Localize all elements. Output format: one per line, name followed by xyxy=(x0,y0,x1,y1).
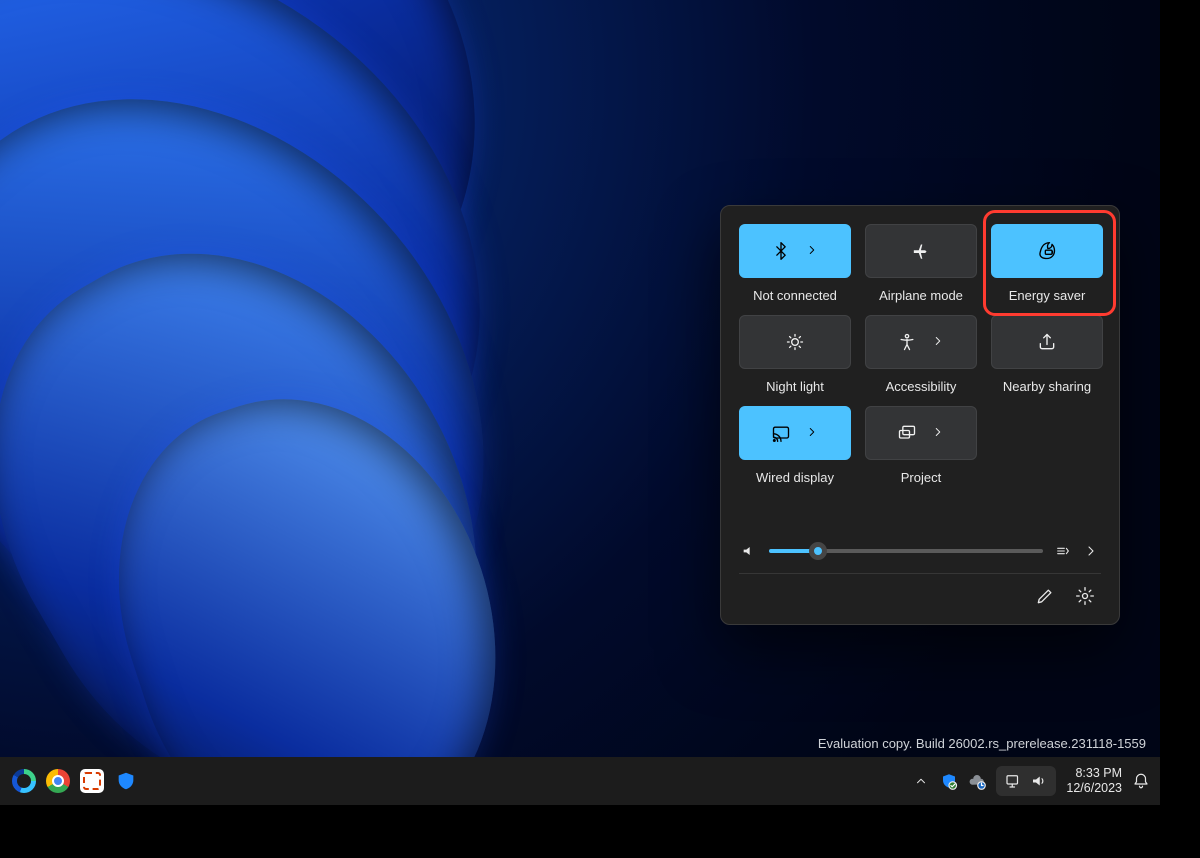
taskbar-clock[interactable]: 8:33 PM 12/6/2023 xyxy=(1066,766,1122,796)
quick-settings-flyout: Not connected Airplane mode xyxy=(720,205,1120,625)
accessibility-label: Accessibility xyxy=(886,379,957,394)
energy-saver-toggle[interactable] xyxy=(991,224,1103,278)
chevron-right-icon[interactable] xyxy=(805,425,819,442)
bluetooth-icon xyxy=(771,241,791,261)
volume-slider-thumb[interactable] xyxy=(809,542,827,560)
night-light-toggle[interactable] xyxy=(739,315,851,369)
notifications-button[interactable] xyxy=(1132,772,1150,790)
taskbar-date: 12/6/2023 xyxy=(1066,781,1122,796)
night-light-icon xyxy=(785,332,805,352)
windows-security-app-icon[interactable] xyxy=(112,767,140,795)
accessibility-toggle[interactable] xyxy=(865,315,977,369)
chrome-app-icon[interactable] xyxy=(44,767,72,795)
bluetooth-toggle[interactable] xyxy=(739,224,851,278)
onedrive-tray-icon[interactable] xyxy=(968,772,986,790)
nearby-sharing-label: Nearby sharing xyxy=(1003,379,1091,394)
desktop-wallpaper[interactable]: Not connected Airplane mode xyxy=(0,0,1160,805)
snipping-tool-app-icon[interactable] xyxy=(78,767,106,795)
chevron-right-icon[interactable] xyxy=(805,243,819,260)
airplane-icon xyxy=(911,241,931,261)
energy-saver-label: Energy saver xyxy=(1009,288,1086,303)
taskbar-time: 8:33 PM xyxy=(1075,766,1122,781)
project-toggle[interactable] xyxy=(865,406,977,460)
edit-quick-settings-button[interactable] xyxy=(1035,586,1055,606)
project-icon xyxy=(897,423,917,443)
system-tray-quick-settings[interactable] xyxy=(996,766,1056,796)
settings-button[interactable] xyxy=(1075,586,1095,606)
airplane-mode-toggle[interactable] xyxy=(865,224,977,278)
watermark: Evaluation copy. Build 26002.rs_prerelea… xyxy=(818,736,1146,753)
cast-toggle[interactable] xyxy=(739,406,851,460)
tray-overflow-button[interactable] xyxy=(912,772,930,790)
volume-icon[interactable] xyxy=(741,543,757,559)
volume-tray-icon xyxy=(1030,772,1048,790)
chevron-right-icon[interactable] xyxy=(1083,543,1099,559)
windows-security-tray-icon[interactable] xyxy=(940,772,958,790)
airplane-mode-label: Airplane mode xyxy=(879,288,963,303)
taskbar: 8:33 PM 12/6/2023 xyxy=(0,757,1160,805)
edge-app-icon[interactable] xyxy=(10,767,38,795)
chevron-right-icon[interactable] xyxy=(931,425,945,442)
chevron-right-icon[interactable] xyxy=(931,334,945,351)
bluetooth-label: Not connected xyxy=(753,288,837,303)
cast-icon xyxy=(771,423,791,443)
watermark-build: Evaluation copy. Build 26002.rs_prerelea… xyxy=(818,736,1146,753)
project-label: Project xyxy=(901,470,941,485)
cast-label: Wired display xyxy=(756,470,834,485)
volume-slider[interactable] xyxy=(769,549,1043,553)
nearby-sharing-toggle[interactable] xyxy=(991,315,1103,369)
night-light-label: Night light xyxy=(766,379,824,394)
nearby-share-icon xyxy=(1037,332,1057,352)
network-tray-icon xyxy=(1004,772,1022,790)
accessibility-icon xyxy=(897,332,917,352)
energy-saver-icon xyxy=(1037,241,1057,261)
audio-output-icon[interactable] xyxy=(1055,543,1071,559)
